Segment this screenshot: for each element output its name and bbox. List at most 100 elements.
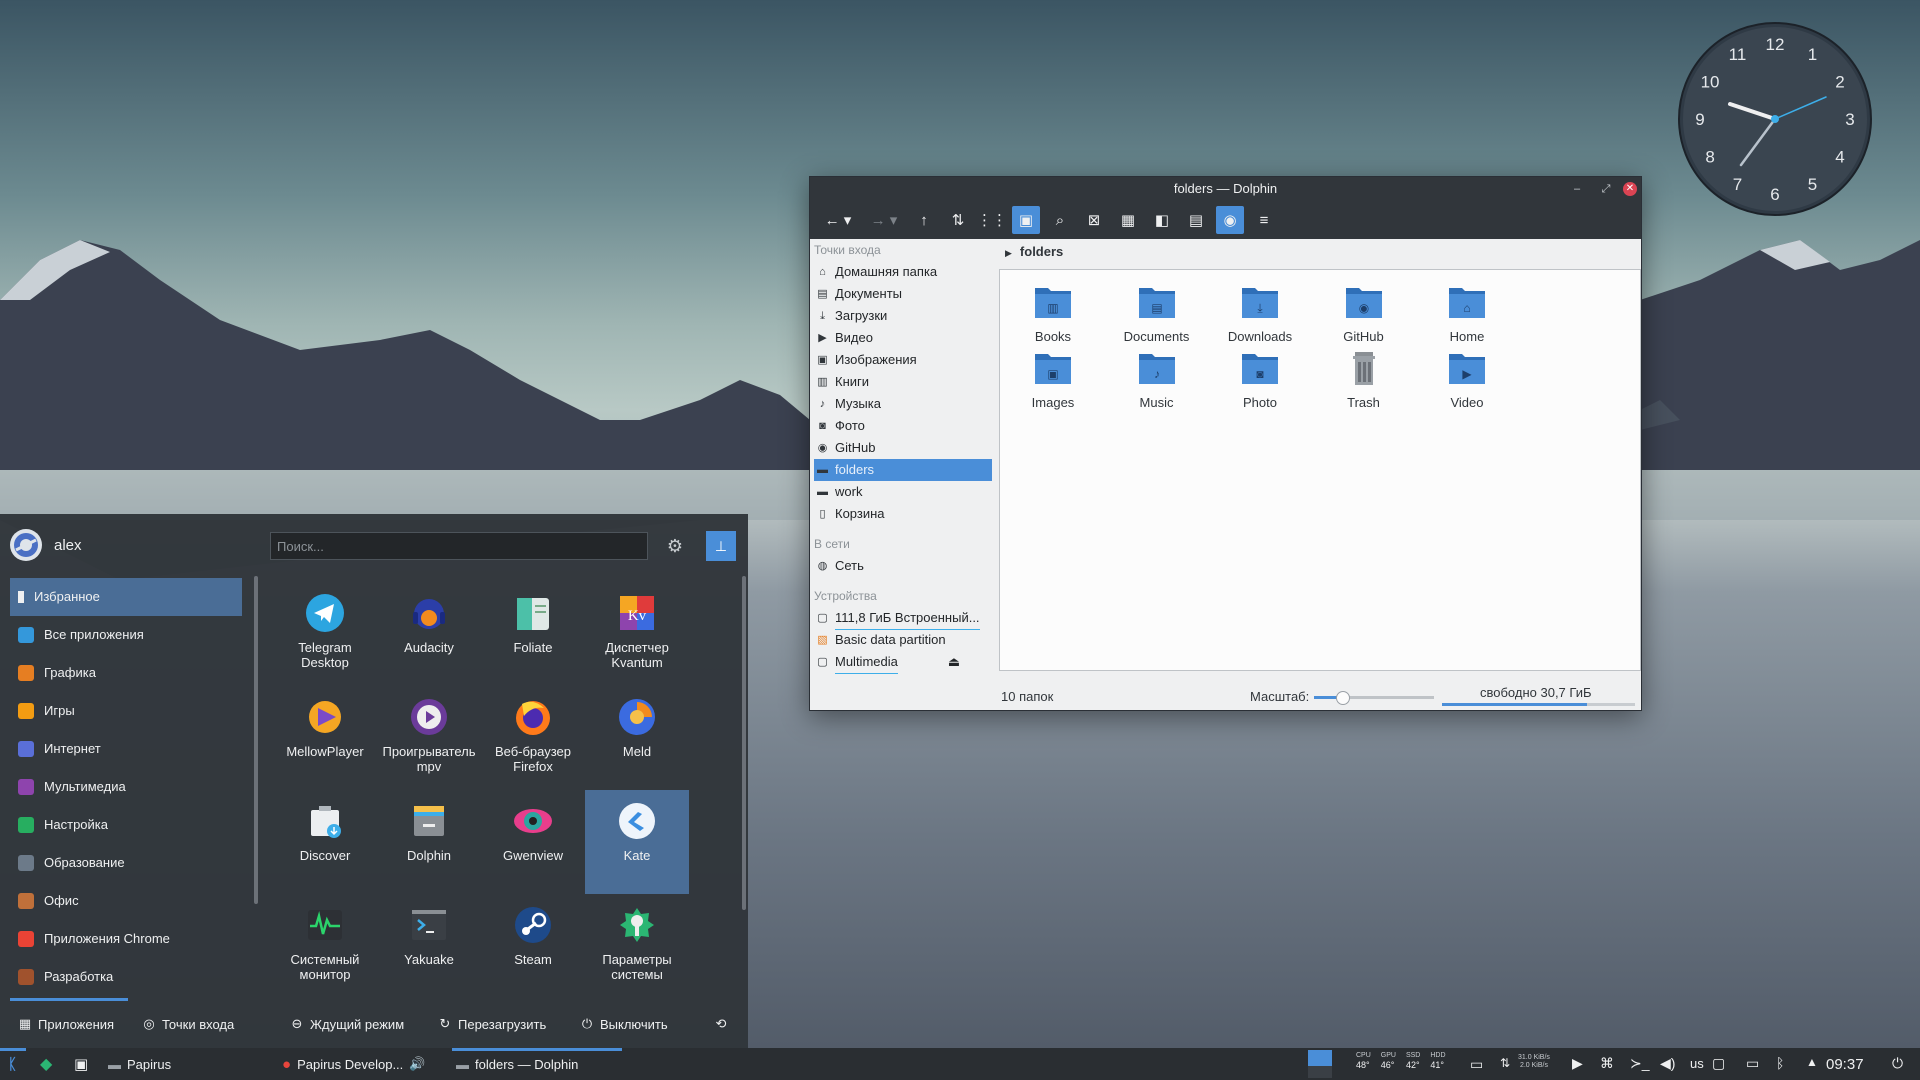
file-item[interactable]: ◙ Photo (1205, 346, 1315, 410)
pager-desktop-1[interactable] (1308, 1050, 1332, 1066)
gamepad-icon[interactable]: ⌘ (1600, 1055, 1614, 1072)
app-tile[interactable]: Telegram Desktop (273, 582, 377, 686)
category-item[interactable]: Игры (10, 692, 242, 730)
launcher-kvantum[interactable]: ◆ (40, 1048, 52, 1080)
category-item[interactable]: Мультимедиа (10, 768, 242, 806)
hamburger-menu-icon[interactable]: ≡ (1250, 206, 1278, 234)
places-item[interactable]: ⌂ Домашняя папка (810, 261, 992, 283)
pager-desktop-2[interactable] (1308, 1066, 1332, 1078)
icons-view-icon[interactable]: ⋮⋮ (977, 206, 1007, 234)
reboot-button[interactable]: ↻ Перезагрузить (438, 1016, 547, 1032)
file-item[interactable]: ♪ Music (1102, 346, 1212, 410)
forward-button[interactable]: → ▾ (864, 206, 904, 234)
app-tile[interactable]: Kv Диспетчер Kvantum (585, 582, 689, 686)
places-item[interactable]: ▥ Книги (810, 371, 992, 393)
eject-icon[interactable]: ⏏ (948, 651, 960, 673)
app-tile[interactable]: Веб-браузер Firefox (481, 686, 585, 790)
network-icon[interactable]: ▭ (1746, 1055, 1759, 1072)
back-button[interactable]: ← ▾ (818, 206, 858, 234)
file-item[interactable]: ⌂ Home (1412, 280, 1522, 344)
tab-places[interactable]: ◎ Точки входа (142, 1016, 234, 1032)
gear-icon[interactable]: ⚙ (664, 536, 686, 558)
media-play-icon[interactable]: ▶ (1572, 1055, 1583, 1072)
file-item[interactable]: ◉ GitHub (1309, 280, 1419, 344)
close-button[interactable]: ✕ (1623, 182, 1637, 196)
app-tile[interactable]: Проигрыватель mpv (377, 686, 481, 790)
file-item[interactable]: ▥ Books (998, 280, 1108, 344)
zoom-slider[interactable] (1314, 691, 1434, 705)
task-chrome[interactable]: ● Papirus Develop... 🔊 (282, 1048, 425, 1080)
apps-scrollbar[interactable] (742, 576, 746, 910)
task-dolphin[interactable]: ▬ folders — Dolphin (456, 1048, 578, 1080)
sort-icon[interactable]: ⇅ (944, 206, 972, 234)
places-item[interactable]: ◙ Фото (810, 415, 992, 437)
show-hidden-icon[interactable]: ◉ (1216, 206, 1244, 234)
sleep-button[interactable]: ⊖ Ждущий режим (290, 1016, 405, 1032)
places-item[interactable]: ▢ 111,8 ГиБ Встроенный... (810, 607, 992, 630)
file-item[interactable]: ▶ Video (1412, 346, 1522, 410)
places-item[interactable]: ◍ Сеть (810, 555, 992, 577)
leave-button[interactable]: ⟲ (714, 1016, 728, 1032)
places-item[interactable]: ▧ Basic data partition (810, 629, 992, 651)
launcher-button[interactable]: ᛕ (8, 1048, 17, 1080)
places-item[interactable]: ◉ GitHub (810, 437, 992, 459)
zoom-slider-handle[interactable] (1336, 691, 1350, 705)
category-item[interactable]: Все приложения (10, 616, 242, 654)
tray-expand-icon[interactable]: ▲ (1806, 1055, 1818, 1069)
category-item[interactable]: Приложения Chrome (10, 920, 242, 958)
places-item[interactable]: ⤓ Загрузки (810, 305, 992, 327)
app-tile[interactable]: Audacity (377, 582, 481, 686)
app-tile[interactable]: Gwenview (481, 790, 585, 894)
shutdown-button[interactable]: ⏻ Выключить (580, 1016, 668, 1032)
split-icon[interactable]: ◧ (1148, 206, 1176, 234)
volume-icon[interactable]: ◀) (1660, 1055, 1675, 1072)
places-item[interactable]: ▢ Multimedia ⏏ (810, 651, 992, 674)
maximize-button[interactable]: ⤢ (1598, 181, 1614, 197)
power-icon[interactable]: ⏻ (1892, 1055, 1903, 1072)
terminal-icon[interactable]: ≻_ (1630, 1055, 1650, 1072)
task-papirus[interactable]: ▬ Papirus (108, 1048, 171, 1080)
avatar[interactable] (10, 529, 42, 561)
category-item[interactable]: Избранное (10, 578, 242, 616)
minimize-button[interactable]: – (1569, 181, 1585, 197)
notes-icon[interactable]: ▢ (1712, 1055, 1725, 1072)
breadcrumb[interactable]: ▶ folders (999, 239, 1641, 265)
file-item[interactable]: ⤓ Downloads (1205, 280, 1315, 344)
bluetooth-icon[interactable]: ᛒ (1776, 1055, 1784, 1071)
file-item[interactable]: ▣ Images (998, 346, 1108, 410)
places-item[interactable]: ▶ Видео (810, 327, 992, 349)
preview-icon[interactable]: ▣ (1012, 206, 1040, 234)
window-titlebar[interactable]: folders — Dolphin – ⤢ ✕ (810, 177, 1641, 201)
places-item[interactable]: ▬ work (810, 481, 992, 503)
file-grid[interactable]: ▥ Books ▤ Documents ⤓ Downloads ◉ GitHub ⌂ Home ▣ I… (999, 269, 1641, 671)
category-item[interactable]: Графика (10, 654, 242, 692)
terminal-icon[interactable]: ▤ (1182, 206, 1210, 234)
app-tile[interactable]: Системный монитор (273, 894, 377, 998)
delete-icon[interactable]: ⊠ (1080, 206, 1108, 234)
up-icon[interactable]: ↑ (910, 206, 938, 234)
places-item[interactable]: ▣ Изображения (810, 349, 992, 371)
app-tile[interactable]: Dolphin (377, 790, 481, 894)
app-tile[interactable]: MellowPlayer (273, 686, 377, 790)
display-icon[interactable]: ▭ (1470, 1056, 1483, 1073)
tab-applications[interactable]: ▦ Приложения (18, 1016, 114, 1032)
pin-icon[interactable]: ⊥ (706, 531, 736, 561)
clock-time[interactable]: 09:37 (1826, 1056, 1864, 1073)
launcher-discover[interactable]: ▣ (74, 1048, 88, 1080)
places-item[interactable]: ▤ Документы (810, 283, 992, 305)
file-item[interactable]: ▤ Documents (1102, 280, 1212, 344)
app-tile[interactable]: Meld (585, 686, 689, 790)
places-item[interactable]: ▯ Корзина (810, 503, 992, 525)
keyboard-layout[interactable]: us (1690, 1056, 1704, 1071)
app-tile[interactable]: Параметры системы (585, 894, 689, 998)
app-tile[interactable]: Yakuake (377, 894, 481, 998)
category-item[interactable]: Офис (10, 882, 242, 920)
places-item[interactable]: ▬ folders (814, 459, 992, 481)
app-tile[interactable]: Foliate (481, 582, 585, 686)
file-item[interactable]: Trash (1309, 346, 1419, 410)
app-tile[interactable]: Steam (481, 894, 585, 998)
app-tile[interactable]: Discover (273, 790, 377, 894)
search-input[interactable]: Поиск... (270, 532, 648, 560)
category-item[interactable]: Образование (10, 844, 242, 882)
category-item[interactable]: Настройка (10, 806, 242, 844)
